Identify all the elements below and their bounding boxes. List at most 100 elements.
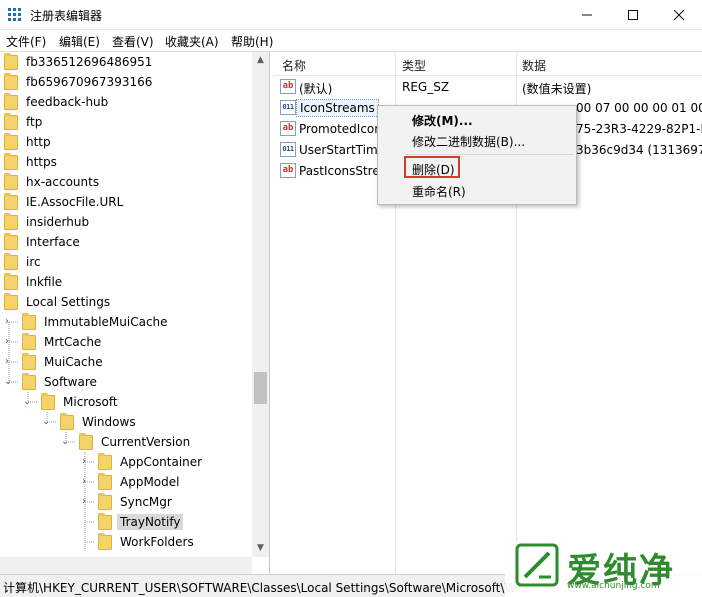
folder-icon <box>98 532 112 550</box>
registry-path: 计算机\HKEY_CURRENT_USER\SOFTWARE\Classes\L… <box>3 581 517 595</box>
tree-item-interface[interactable]: Interface <box>4 232 83 252</box>
context-menu-rename[interactable]: 重命名(R) <box>412 183 466 200</box>
chevron-right-icon[interactable]: › <box>5 337 13 347</box>
tree-item-lnkfile[interactable]: lnkfile <box>4 272 65 292</box>
tree-item-ftp[interactable]: ftp <box>4 112 45 132</box>
folder-icon <box>4 192 18 210</box>
folder-icon <box>98 452 112 470</box>
tree-item-mrtcache[interactable]: MrtCache <box>22 332 104 352</box>
chevron-right-icon[interactable]: › <box>82 457 90 467</box>
scrollbar-thumb[interactable] <box>254 372 267 404</box>
context-menu-delete[interactable]: 删除(D) <box>412 161 455 178</box>
tree-vertical-scrollbar[interactable]: ▲ ▼ <box>252 52 269 557</box>
folder-icon <box>22 332 36 350</box>
context-menu-modify[interactable]: 修改(M)... <box>412 112 473 129</box>
string-value-icon: ab <box>280 121 296 136</box>
watermark-url: www.aichunjing.com <box>567 581 660 591</box>
tree-item-windows[interactable]: Windows <box>60 412 139 432</box>
tree-item-irc[interactable]: irc <box>4 252 44 272</box>
binary-value-icon: 011 <box>280 142 296 157</box>
menu-bar: 文件(F) 编辑(E) 查看(V) 收藏夹(A) 帮助(H) <box>0 30 702 52</box>
folder-icon <box>22 372 36 390</box>
tree-item-https[interactable]: https <box>4 152 60 172</box>
tree-item-local-settings[interactable]: Local Settings <box>4 292 113 312</box>
tree-item-immutablemuicache[interactable]: ImmutableMuiCache <box>22 312 171 332</box>
watermark: 爱纯净 www.aichunjing.com <box>505 541 702 597</box>
chevron-right-icon[interactable]: › <box>5 357 13 367</box>
folder-icon <box>4 212 18 230</box>
tree-item-muicache[interactable]: MuiCache <box>22 352 106 372</box>
column-header-data[interactable]: 数据 <box>522 57 546 74</box>
folder-icon <box>22 312 36 330</box>
folder-icon <box>22 352 36 370</box>
folder-icon <box>4 112 18 130</box>
tree-item-hx-accounts[interactable]: hx-accounts <box>4 172 102 192</box>
folder-icon <box>4 232 18 250</box>
tree-item-traynotify[interactable]: TrayNotify <box>98 512 184 532</box>
folder-icon <box>60 412 74 430</box>
folder-icon <box>4 292 18 310</box>
tree-item-feedback-hub[interactable]: feedback-hub <box>4 92 111 112</box>
brand-logo-icon <box>515 543 559 587</box>
chevron-down-icon[interactable]: ⌄ <box>61 437 69 447</box>
binary-value-icon: 011 <box>280 100 296 115</box>
tree-item-currentversion[interactable]: CurrentVersion <box>79 432 193 452</box>
folder-icon <box>4 92 18 110</box>
folder-icon <box>98 472 112 490</box>
tree-item-software[interactable]: Software <box>22 372 100 392</box>
context-menu-modify-binary[interactable]: 修改二进制数据(B)... <box>412 133 525 150</box>
column-header-name[interactable]: 名称 <box>282 57 306 74</box>
menu-view[interactable]: 查看(V) <box>112 33 154 50</box>
folder-icon <box>4 172 18 190</box>
regedit-app-icon <box>8 8 22 22</box>
tree-item-http[interactable]: http <box>4 132 54 152</box>
folder-icon <box>4 152 18 170</box>
folder-icon <box>4 272 18 290</box>
folder-icon <box>4 132 18 150</box>
tree-item-microsoft[interactable]: Microsoft <box>41 392 121 412</box>
folder-open-icon <box>98 512 112 530</box>
menu-favorites[interactable]: 收藏夹(A) <box>165 33 219 50</box>
menu-edit[interactable]: 编辑(E) <box>59 33 100 50</box>
registry-tree[interactable]: fb336512696486951 fb659670967393166 feed… <box>0 52 270 574</box>
folder-icon <box>4 72 18 90</box>
folder-icon <box>41 392 55 410</box>
tree-item-appcontainer[interactable]: AppContainer <box>98 452 205 472</box>
menu-help[interactable]: 帮助(H) <box>231 33 273 50</box>
minimize-icon <box>582 14 592 16</box>
value-row-default[interactable]: ab (默认) REG_SZ (数值未设置) <box>274 77 702 97</box>
tree-item-workfolders[interactable]: WorkFolders <box>98 532 197 552</box>
list-header: 名称 类型 数据 <box>274 52 702 76</box>
maximize-icon <box>628 10 638 20</box>
chevron-right-icon[interactable]: › <box>82 477 90 487</box>
column-header-type[interactable]: 类型 <box>402 57 426 74</box>
tree-item-fb659670967393166[interactable]: fb659670967393166 <box>4 72 155 92</box>
tree-item-appmodel[interactable]: AppModel <box>98 472 182 492</box>
close-icon <box>674 10 684 20</box>
tree-item-insiderhub[interactable]: insiderhub <box>4 212 92 232</box>
folder-icon <box>4 252 18 270</box>
folder-icon <box>98 492 112 510</box>
chevron-down-icon[interactable]: ⌄ <box>4 377 12 387</box>
tree-item-syncmgr[interactable]: SyncMgr <box>98 492 175 512</box>
minimize-button[interactable] <box>564 0 610 30</box>
tree-item-ie-assocfile-url[interactable]: IE.AssocFile.URL <box>4 192 126 212</box>
tree-item-fb336512696486951[interactable]: fb336512696486951 <box>4 52 155 72</box>
window-title: 注册表编辑器 <box>30 9 103 23</box>
chevron-down-icon[interactable]: ⌄ <box>23 397 31 407</box>
scroll-down-icon[interactable]: ▼ <box>252 540 269 557</box>
tree-horizontal-scrollbar[interactable] <box>0 557 252 574</box>
chevron-right-icon[interactable]: › <box>82 497 90 507</box>
folder-icon <box>4 52 18 70</box>
chevron-right-icon[interactable]: › <box>5 317 13 327</box>
scroll-up-icon[interactable]: ▲ <box>252 52 269 69</box>
chevron-down-icon[interactable]: ⌄ <box>42 417 50 427</box>
string-value-icon: ab <box>280 163 296 178</box>
context-menu: 修改(M)... 修改二进制数据(B)... 删除(D) 重命名(R) <box>377 105 577 205</box>
close-button[interactable] <box>656 0 702 30</box>
menu-separator <box>406 154 574 155</box>
menu-file[interactable]: 文件(F) <box>6 33 46 50</box>
folder-icon <box>79 432 93 450</box>
title-bar: 注册表编辑器 <box>0 0 702 30</box>
maximize-button[interactable] <box>610 0 656 30</box>
